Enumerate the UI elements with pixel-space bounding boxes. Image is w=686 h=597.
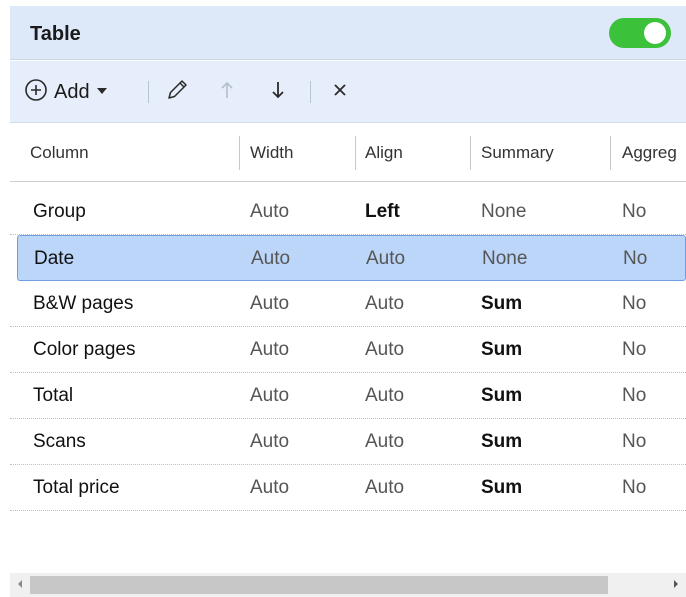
pencil-icon xyxy=(164,77,190,108)
header-align[interactable]: Align xyxy=(365,124,403,181)
table-row[interactable]: Total price Auto Auto Sum No xyxy=(10,465,686,511)
cell-align: Left xyxy=(365,200,400,222)
toolbar: Add xyxy=(10,61,686,123)
cell-aggregate: No xyxy=(622,476,647,498)
cell-align: Auto xyxy=(365,476,405,498)
scroll-right-icon xyxy=(672,576,680,594)
scroll-thumb[interactable] xyxy=(30,576,608,594)
cell-width: Auto xyxy=(250,200,290,222)
cell-width: Auto xyxy=(250,338,290,360)
column-divider[interactable] xyxy=(239,136,240,170)
header-aggregate[interactable]: Aggreg xyxy=(622,124,677,181)
move-up-button[interactable] xyxy=(215,77,239,107)
cell-summary: Sum xyxy=(481,476,523,498)
cell-width: Auto xyxy=(250,292,290,314)
arrow-up-icon xyxy=(219,80,235,105)
toolbar-separator xyxy=(148,81,149,103)
cell-column: Total xyxy=(33,384,74,406)
cell-align: Auto xyxy=(365,430,405,452)
scroll-left-button[interactable] xyxy=(10,573,30,597)
panel-title: Table xyxy=(30,23,81,45)
header-column[interactable]: Column xyxy=(30,124,89,181)
cell-summary: Sum xyxy=(481,292,523,314)
cell-column: Total price xyxy=(33,476,120,498)
move-down-button[interactable] xyxy=(266,77,290,107)
header-width[interactable]: Width xyxy=(250,124,293,181)
cell-summary: None xyxy=(482,247,528,269)
column-divider[interactable] xyxy=(470,136,471,170)
cell-summary: Sum xyxy=(481,338,523,360)
scroll-left-icon xyxy=(16,576,24,594)
cell-aggregate: No xyxy=(623,247,648,269)
cell-column: Scans xyxy=(33,430,86,452)
cell-column: Date xyxy=(34,247,75,269)
cell-width: Auto xyxy=(250,476,290,498)
toggle-knob xyxy=(644,22,666,44)
column-divider[interactable] xyxy=(610,136,611,170)
scroll-right-button[interactable] xyxy=(666,573,686,597)
cell-aggregate: No xyxy=(622,200,647,222)
cell-summary: Sum xyxy=(481,384,523,406)
column-divider[interactable] xyxy=(355,136,356,170)
table-row[interactable]: B&W pages Auto Auto Sum No xyxy=(10,281,686,327)
cell-column: B&W pages xyxy=(33,292,134,314)
cell-summary: None xyxy=(481,200,527,222)
close-icon xyxy=(332,82,348,103)
cell-aggregate: No xyxy=(622,338,647,360)
cell-align: Auto xyxy=(365,384,405,406)
table-toggle[interactable] xyxy=(609,18,671,48)
horizontal-scrollbar[interactable] xyxy=(10,573,686,597)
table-header: Column Width Align Summary Aggreg xyxy=(10,124,686,182)
cell-aggregate: No xyxy=(622,384,647,406)
caret-down-icon xyxy=(96,83,108,101)
cell-summary: Sum xyxy=(481,430,523,452)
table-row[interactable]: Scans Auto Auto Sum No xyxy=(10,419,686,465)
table-row[interactable]: Color pages Auto Auto Sum No xyxy=(10,327,686,373)
cell-width: Auto xyxy=(251,247,291,269)
panel-header: Table xyxy=(10,6,686,60)
toolbar-separator xyxy=(310,81,311,103)
table-row-selected[interactable]: Date Auto Auto None No xyxy=(17,235,686,281)
plus-circle-icon xyxy=(24,78,48,107)
cell-align: Auto xyxy=(365,292,405,314)
arrow-down-icon xyxy=(270,80,286,105)
add-label: Add xyxy=(54,80,90,103)
cell-width: Auto xyxy=(250,384,290,406)
cell-align: Auto xyxy=(366,247,406,269)
table-row[interactable]: Group Auto Left None No xyxy=(10,189,686,235)
cell-align: Auto xyxy=(365,338,405,360)
cell-width: Auto xyxy=(250,430,290,452)
cell-column: Group xyxy=(33,200,86,222)
add-button[interactable]: Add xyxy=(24,78,108,106)
table-row[interactable]: Total Auto Auto Sum No xyxy=(10,373,686,419)
cell-aggregate: No xyxy=(622,430,647,452)
delete-button[interactable] xyxy=(328,77,352,107)
edit-button[interactable] xyxy=(162,77,192,107)
header-summary[interactable]: Summary xyxy=(481,124,554,181)
cell-aggregate: No xyxy=(622,292,647,314)
cell-column: Color pages xyxy=(33,338,136,360)
